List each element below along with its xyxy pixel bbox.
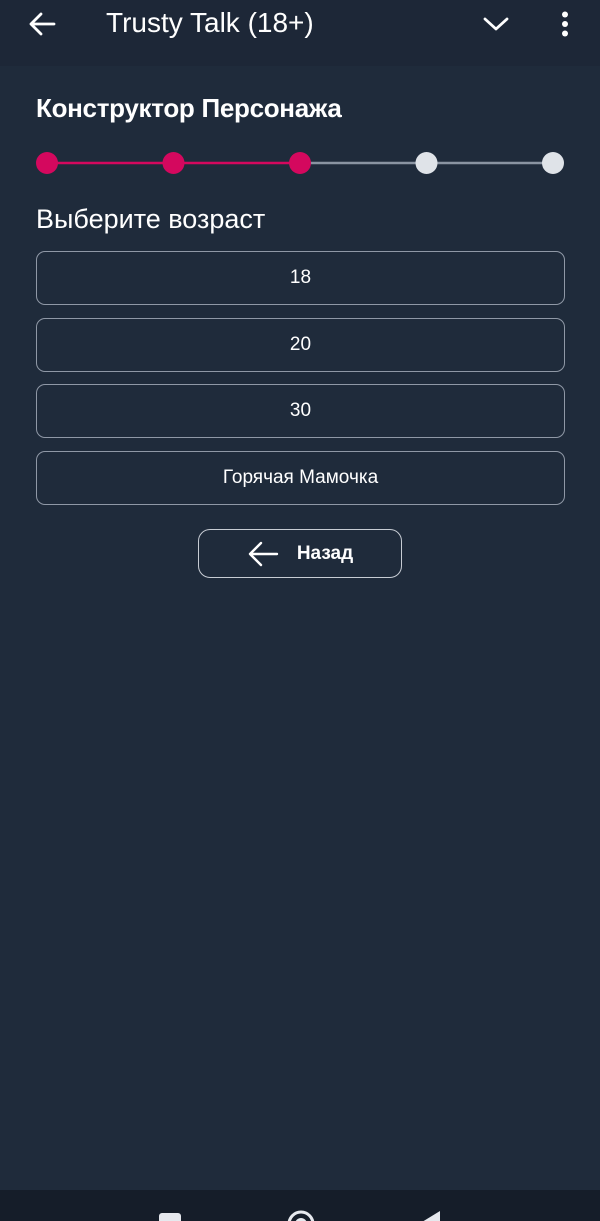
age-option-20[interactable]: 20 [36, 318, 565, 372]
more-options-button[interactable] [552, 6, 578, 42]
recents-square-icon[interactable] [158, 1212, 182, 1221]
more-vertical-icon [562, 11, 568, 37]
stepper-dot-completed [36, 152, 58, 174]
stepper-dot-pending [415, 152, 438, 174]
stepper-dot-pending [542, 152, 564, 174]
app-title: Trusty Talk (18+) [106, 7, 314, 38]
arrow-left-icon [248, 541, 279, 566]
home-circle-icon[interactable] [286, 1209, 316, 1221]
back-arrow-button[interactable] [22, 8, 62, 40]
age-option-hot-mom[interactable]: Горячая Мамочка [36, 451, 565, 505]
age-option-30[interactable]: 30 [36, 384, 565, 438]
page-title: Конструктор Персонажа [36, 93, 342, 123]
back-button-label: Назад [296, 542, 354, 564]
back-button[interactable]: Назад [198, 529, 402, 578]
progress-stepper [36, 152, 564, 174]
stepper-dot-completed [162, 152, 185, 174]
chevron-down-icon [483, 17, 509, 31]
app-bar: Trusty Talk (18+) [0, 0, 600, 66]
stepper-dot-completed [289, 152, 311, 174]
system-nav-bar [0, 1190, 600, 1221]
dropdown-button[interactable] [478, 8, 514, 40]
age-option-18[interactable]: 18 [36, 251, 565, 305]
back-triangle-icon[interactable] [420, 1210, 442, 1221]
section-subtitle: Выберите возраст [36, 204, 266, 234]
back-arrow-icon [29, 12, 56, 36]
